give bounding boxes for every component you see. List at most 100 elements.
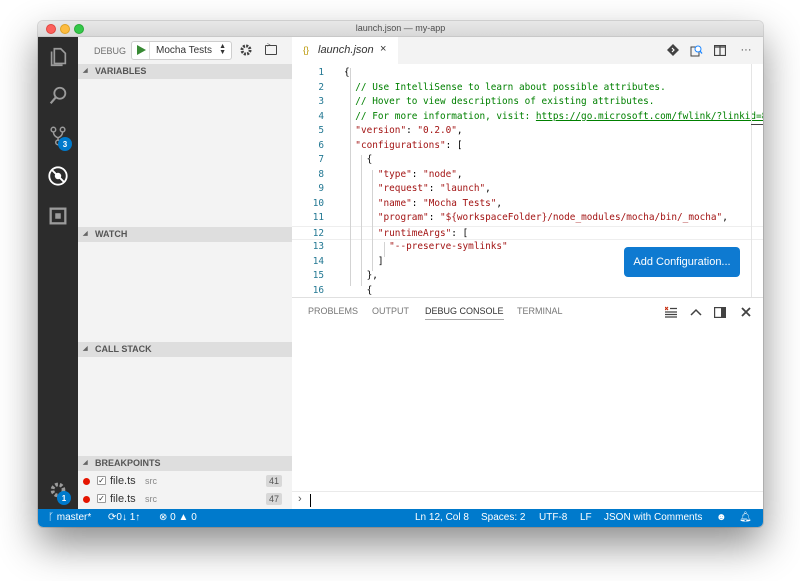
code-line[interactable]: 2 // Use IntelliSense to learn about pos… (292, 81, 763, 96)
line-number: 3 (318, 96, 324, 107)
code-line[interactable]: 1{ (292, 66, 763, 81)
title-bar: launch.json — my-app (38, 21, 763, 37)
breakpoint-dot-icon (83, 478, 90, 485)
code-token: : (406, 125, 418, 136)
warning-icon: ▲ (178, 512, 189, 523)
debug-toolbar: DEBUG Mocha Tests ▲ ▼ (78, 37, 292, 64)
more-actions-button[interactable]: ··· (739, 43, 753, 57)
code-token: , (485, 183, 491, 194)
code-token: : [ (451, 227, 469, 239)
debug-console-input[interactable]: › (292, 491, 763, 509)
code-token: , (722, 212, 728, 223)
vscode-window: launch.json — my-app 3 1 DEBUG Mocha Tes… (38, 21, 763, 527)
line-number: 10 (312, 197, 324, 209)
activity-debug[interactable] (38, 157, 78, 195)
line-text: "version": "0.2.0", (344, 125, 462, 136)
code-token: "Mocha Tests" (423, 197, 497, 209)
code-token: "--preserve-symlinks" (389, 241, 508, 252)
maximize-panel-button[interactable] (689, 305, 703, 319)
collapse-icon: ◢ (83, 460, 88, 466)
section-call-stack[interactable]: ◢ CALL STACK (78, 342, 292, 357)
activity-search[interactable] (38, 77, 78, 115)
code-line[interactable]: 16 { (292, 284, 763, 298)
breakpoint-line: 47 (265, 493, 282, 505)
code-line[interactable]: 9 "request": "launch", (292, 182, 763, 197)
section-watch[interactable]: ◢ WATCH (78, 227, 292, 242)
toggle-panel-position-button[interactable] (713, 305, 727, 319)
bottom-panel: PROBLEMS OUTPUT DEBUG CONSOLE TERMINAL › (292, 297, 763, 509)
maximize-panel-icon (690, 308, 702, 316)
language-mode[interactable]: JSON with Comments (604, 512, 702, 523)
line-text: { (344, 154, 373, 165)
code-token: "0.2.0" (417, 125, 457, 136)
code-line[interactable]: 5 "version": "0.2.0", (292, 124, 763, 139)
code-line[interactable]: 4 // For more information, visit: https:… (292, 110, 763, 125)
line-number: 7 (318, 154, 324, 165)
code-token: "configurations" (355, 139, 446, 151)
breakpoint-item[interactable]: ✓ file.ts src 47 (78, 491, 292, 508)
problems-status[interactable]: ⊗ 0 ▲ 0 (159, 512, 197, 523)
split-editor-button[interactable] (713, 43, 727, 57)
breakpoint-file: file.ts (110, 493, 136, 505)
code-line[interactable]: 6 "configurations": [ (292, 139, 763, 154)
code-line[interactable]: 7 { (292, 153, 763, 168)
clear-console-button[interactable] (664, 305, 678, 319)
notifications-bell-icon[interactable]: 🔔︎ (739, 512, 752, 523)
feedback-smiley-icon[interactable]: ☻ (716, 512, 727, 523)
debug-configuration-select[interactable]: Mocha Tests ▲ ▼ (131, 41, 232, 60)
indent-guide (383, 242, 385, 257)
branch-status[interactable]: ᚴ master* (48, 512, 91, 523)
activity-extensions[interactable] (38, 197, 78, 235)
cursor-position[interactable]: Ln 12, Col 8 (415, 512, 469, 523)
debug-title: DEBUG (94, 46, 127, 56)
panel-tab-problems[interactable]: PROBLEMS (308, 306, 358, 316)
start-debugging-button[interactable] (132, 42, 150, 59)
line-number: 6 (318, 139, 324, 151)
line-number: 14 (312, 255, 324, 267)
text-cursor (310, 494, 311, 507)
code-line[interactable]: 12 "runtimeArgs": [ (292, 225, 763, 240)
code-token: , (456, 168, 463, 180)
collapse-icon: ◢ (83, 68, 88, 74)
error-count: 0 (170, 512, 176, 523)
panel-tab-debug-console[interactable]: DEBUG CONSOLE (425, 306, 504, 320)
code-line[interactable]: 11 "program": "${workspaceFolder}/node_m… (292, 211, 763, 226)
status-bar: ᚴ master* ⟳0↓ 1↑ ⊗ 0 ▲ 0 Ln 12, Col 8 Sp… (38, 509, 763, 527)
code-line[interactable]: 8 "type": "node", (292, 168, 763, 183)
debug-settings-button[interactable] (239, 43, 253, 57)
activity-explorer[interactable] (38, 38, 78, 76)
code-link[interactable]: https://go.microsoft.com/fwlink/?linkid=… (536, 111, 763, 122)
code-token: "node" (423, 168, 457, 180)
add-configuration-button[interactable]: Add Configuration... (624, 247, 740, 277)
sync-status[interactable]: ⟳0↓ 1↑ (108, 512, 140, 523)
code-line[interactable]: 10 "name": "Mocha Tests", (292, 197, 763, 212)
source-control-badge: 3 (58, 137, 72, 151)
end-of-line[interactable]: LF (580, 512, 592, 523)
line-number: 5 (318, 125, 324, 136)
section-variables[interactable]: ◢ VARIABLES (78, 64, 292, 79)
panel-tab-terminal[interactable]: TERMINAL (517, 306, 563, 316)
close-tab-icon[interactable]: × (380, 43, 386, 55)
code-line[interactable]: 3 // Hover to view descriptions of exist… (292, 95, 763, 110)
breakpoint-item[interactable]: ✓ file.ts src 41 (78, 473, 292, 490)
encoding[interactable]: UTF-8 (539, 512, 567, 523)
open-changes-icon (667, 44, 679, 56)
indentation[interactable]: Spaces: 2 (481, 512, 525, 523)
activity-source-control[interactable]: 3 (38, 117, 78, 155)
open-changes-button[interactable] (666, 43, 680, 57)
line-number: 16 (312, 284, 324, 296)
section-breakpoints[interactable]: ◢ BREAKPOINTS (78, 456, 292, 471)
configuration-name: Mocha Tests (156, 45, 212, 56)
breakpoint-checkbox[interactable]: ✓ (97, 494, 106, 503)
manage-button[interactable]: 1 (38, 471, 78, 509)
line-text: // Use IntelliSense to learn about possi… (344, 82, 665, 93)
split-editor-icon (714, 44, 726, 56)
find-references-button[interactable] (689, 43, 703, 57)
panel-tab-output[interactable]: OUTPUT (372, 306, 409, 316)
vertical-scrollbar[interactable] (751, 64, 752, 297)
close-panel-button[interactable] (739, 305, 753, 319)
open-debug-console-button[interactable] (265, 43, 277, 55)
tab-launch-json[interactable]: {} launch.json × (292, 37, 398, 64)
breakpoint-checkbox[interactable]: ✓ (97, 476, 106, 485)
sync-counts: 0↓ 1↑ (116, 512, 141, 523)
